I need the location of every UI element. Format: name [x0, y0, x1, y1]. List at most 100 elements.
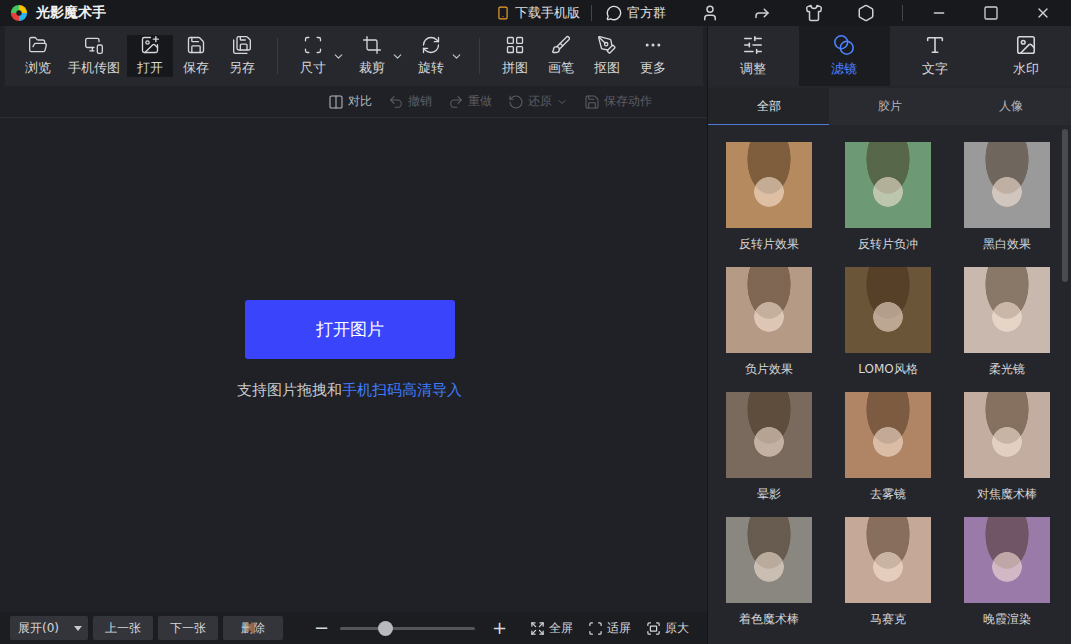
category-tab[interactable]: 人像: [950, 88, 1071, 125]
panel-tab[interactable]: 调整: [708, 26, 799, 86]
scan-import-link[interactable]: 手机扫码高清导入: [342, 381, 462, 399]
title-button[interactable]: [844, 1, 888, 25]
filter-card[interactable]: LOMO风格: [845, 267, 931, 381]
tool-button[interactable]: 抠图: [584, 35, 630, 77]
action-button[interactable]: 还原: [508, 93, 568, 110]
title-separator: [902, 5, 903, 21]
tool-group: 浏览手机传图打开保存另存: [15, 26, 265, 86]
footer-button[interactable]: 上一张: [93, 616, 153, 640]
fullscreen-icon: [530, 621, 545, 636]
tool-button[interactable]: 更多: [630, 35, 676, 77]
download-mobile[interactable]: 下载手机版: [496, 4, 580, 22]
category-tab[interactable]: 胶片: [829, 88, 950, 125]
panel-tab[interactable]: 文字: [890, 26, 981, 86]
side-panel: 调整滤镜文字水印全部胶片人像反转片效果 反转片负冲 黑白效果负片效果 LOMO风格 柔光…: [707, 26, 1071, 644]
collage-icon: [505, 35, 525, 55]
filter-card[interactable]: 反转片负冲: [845, 142, 931, 256]
filter-card[interactable]: 晚霞渲染: [964, 517, 1050, 631]
share-icon: [753, 4, 771, 22]
redo-icon: [448, 94, 464, 110]
settings-icon: [857, 4, 875, 22]
tool-dropdown[interactable]: [391, 50, 404, 63]
chat-icon: [606, 5, 622, 21]
window-control[interactable]: [969, 1, 1013, 25]
filter-card[interactable]: 柔光镜: [964, 267, 1050, 381]
panel-tab[interactable]: 水印: [980, 26, 1071, 86]
filter-card[interactable]: 负片效果: [726, 267, 812, 381]
filter-card[interactable]: 对焦魔术棒: [964, 392, 1050, 506]
fit-screen-icon: [588, 621, 603, 636]
toolbar-separator: [277, 38, 278, 74]
filter-thumbnail: [964, 142, 1050, 228]
tool-group: 拼图画笔抠图更多: [492, 26, 676, 86]
tool-button[interactable]: 拼图: [492, 35, 538, 77]
category-tab[interactable]: 全部: [708, 88, 829, 125]
filter-name: 反转片负冲: [858, 236, 918, 256]
tool-dropdown[interactable]: [332, 50, 345, 63]
tool-button[interactable]: 浏览: [15, 35, 61, 77]
tool-button[interactable]: 尺寸: [290, 35, 336, 77]
tool-button[interactable]: 裁剪: [349, 35, 395, 77]
view-button[interactable]: 原大: [646, 620, 689, 637]
filter-name: 着色魔术棒: [739, 611, 799, 631]
resize-icon: [303, 35, 323, 55]
scrollbar-thumb[interactable]: [1062, 129, 1068, 282]
action-button[interactable]: 保存动作: [584, 93, 652, 110]
tool-group: 尺寸裁剪旋转: [290, 26, 467, 86]
filter-card[interactable]: 反转片效果: [726, 142, 812, 256]
filter-card[interactable]: 着色魔术棒: [726, 517, 812, 631]
tool-button[interactable]: 手机传图: [61, 35, 127, 77]
title-button[interactable]: [740, 1, 784, 25]
filter-name: 晚霞渲染: [983, 611, 1031, 631]
filter-card[interactable]: 去雾镜: [845, 392, 931, 506]
filter-thumbnail: [845, 392, 931, 478]
filter-name: LOMO风格: [858, 361, 918, 381]
phone-transfer-icon: [84, 35, 104, 55]
zoom-out-button[interactable]: −: [314, 619, 329, 637]
rotate-icon: [421, 35, 441, 55]
official-group[interactable]: 官方群: [606, 4, 666, 22]
maximize-icon: [983, 5, 999, 21]
filter-card[interactable]: 晕影: [726, 392, 812, 506]
phone-icon: [496, 6, 510, 20]
filter-card[interactable]: 黑白效果: [964, 142, 1050, 256]
app-title: 光影魔术手: [36, 4, 106, 22]
original-size-icon: [646, 621, 661, 636]
tool-button[interactable]: 保存: [173, 35, 219, 77]
tool-button[interactable]: 另存: [219, 35, 265, 77]
view-button[interactable]: 适屏: [588, 620, 631, 637]
zoom-in-button[interactable]: +: [492, 619, 507, 637]
window-control[interactable]: [1021, 1, 1065, 25]
panel-tab[interactable]: 滤镜: [799, 26, 890, 86]
footer-button[interactable]: 删除: [223, 616, 283, 640]
tool-button[interactable]: 旋转: [408, 35, 454, 77]
tool-dropdown[interactable]: [450, 50, 463, 63]
view-button[interactable]: 全屏: [530, 620, 573, 637]
open-image-icon: [140, 35, 160, 55]
filter-name: 反转片效果: [739, 236, 799, 256]
filter-thumbnail: [726, 142, 812, 228]
expand-dropdown[interactable]: 展开(0): [10, 616, 88, 640]
window-control[interactable]: [917, 1, 961, 25]
action-button[interactable]: 撤销: [388, 93, 432, 110]
filter-name: 晕影: [757, 486, 781, 506]
filter-thumbnail: [845, 267, 931, 353]
tool-button[interactable]: 画笔: [538, 35, 584, 77]
cutout-icon: [597, 35, 617, 55]
filter-card[interactable]: 马赛克: [845, 517, 931, 631]
action-button[interactable]: 重做: [448, 93, 492, 110]
filter-name: 黑白效果: [983, 236, 1031, 256]
footer-button[interactable]: 下一张: [158, 616, 218, 640]
dropdown-arrow-icon: [74, 626, 82, 631]
toolbar-separator: [479, 38, 480, 74]
title-button[interactable]: [688, 1, 732, 25]
filter-name: 柔光镜: [989, 361, 1025, 381]
zoom-slider[interactable]: [340, 627, 475, 630]
zoom-slider-thumb[interactable]: [378, 621, 393, 636]
open-image-button[interactable]: 打开图片: [245, 300, 455, 359]
title-button[interactable]: [792, 1, 836, 25]
chevron-down-icon: [391, 50, 404, 63]
crop-icon: [362, 35, 382, 55]
tool-button[interactable]: 打开: [127, 35, 173, 77]
action-button[interactable]: 对比: [328, 93, 372, 110]
